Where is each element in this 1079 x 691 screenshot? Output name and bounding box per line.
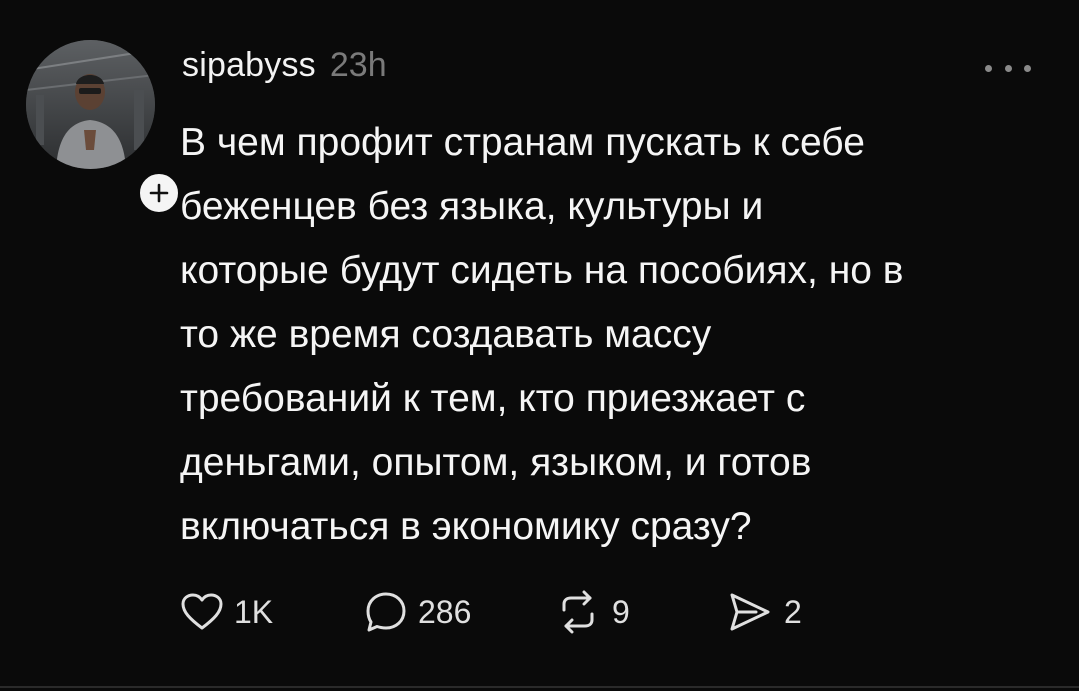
more-horizontal-icon: [1004, 64, 1012, 72]
repost-button[interactable]: 9: [554, 590, 684, 634]
avatar-container: [26, 40, 182, 216]
post-time: 23h: [329, 46, 387, 84]
comment-bubble-icon: [366, 592, 406, 632]
share-button[interactable]: 2: [726, 590, 826, 634]
repost-count: 9: [612, 593, 630, 630]
repost-arrows-icon: [562, 590, 594, 634]
more-horizontal-icon: [985, 64, 992, 72]
follow-button[interactable]: [136, 170, 182, 216]
post-body: В чем профит странам пускать к себе беже…: [180, 121, 904, 548]
share-count: 2: [784, 593, 802, 630]
username[interactable]: sipabyss: [182, 46, 316, 85]
divider: [0, 686, 1079, 688]
avatar-photo: [26, 40, 155, 169]
heart-icon: [181, 593, 223, 630]
more-options-button[interactable]: [985, 58, 1031, 78]
more-horizontal-icon: [1024, 64, 1031, 72]
like-count: 1K: [234, 593, 274, 630]
thread-post: sipabyss 23h В чем профит странам пускат…: [0, 0, 1079, 691]
like-button[interactable]: 1K: [180, 592, 320, 632]
reply-button[interactable]: 286: [364, 590, 554, 634]
avatar[interactable]: [26, 40, 155, 169]
send-icon: [730, 593, 770, 631]
post-actions: 1K 286 9 2: [180, 586, 826, 638]
reply-count: 286: [418, 593, 472, 630]
plus-icon: [149, 183, 169, 203]
post-header: sipabyss 23h: [182, 46, 387, 90]
